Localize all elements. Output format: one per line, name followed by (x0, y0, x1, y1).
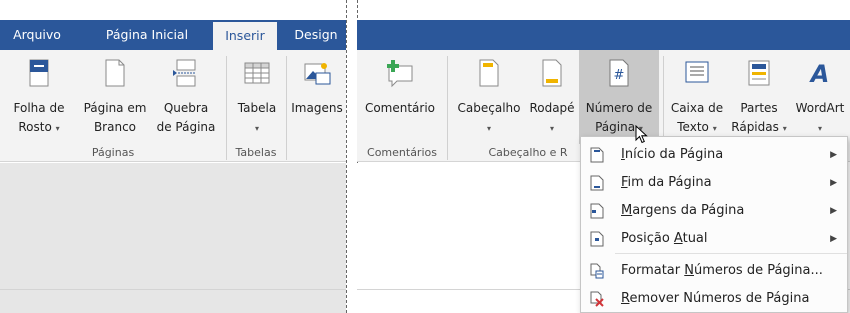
wordart-caret: ▾ (817, 124, 822, 133)
format-page-numbers-icon (590, 263, 604, 279)
pagina-branco-label-line2: Branco (93, 120, 137, 134)
page-top-icon (590, 147, 604, 163)
tab-inserir[interactable]: Inserir (213, 22, 277, 50)
submenu-arrow-icon: ▶ (830, 150, 837, 160)
menu-item-margens-da-pagina[interactable]: Margens da Página ▶ (581, 197, 847, 225)
group-label-cabecalho: Cabeçalho e R (488, 146, 568, 159)
cabecalho-button[interactable]: Cabeçalho ▾ (451, 50, 527, 144)
tab-pagina-inicial[interactable]: Página Inicial (92, 20, 202, 50)
current-position-icon (590, 231, 604, 247)
menu-label: Margens da Página (621, 203, 745, 218)
numero-de-pagina-menu: Início da Página ▶ Fim da Página ▶ Marge… (580, 136, 848, 313)
rodape-label: Rodapé (529, 101, 575, 115)
table-icon (244, 62, 270, 84)
partes-label-line1: Partes (740, 101, 778, 115)
tabela-caret: ▾ (254, 124, 259, 133)
wordart-label: WordArt (795, 101, 845, 115)
page-margins-icon (590, 203, 604, 219)
menu-item-formatar-numeros[interactable]: Formatar Números de Página... (581, 257, 847, 285)
new-comment-icon (387, 60, 413, 88)
quebra-label-line1: Quebra (163, 101, 209, 115)
partes-rapidas-button[interactable]: Partes Rápidas ▾ (728, 50, 790, 144)
submenu-arrow-icon: ▶ (830, 206, 837, 216)
ribbon-tab-bar-continued (357, 20, 850, 50)
cabecalho-label: Cabeçalho (457, 101, 521, 115)
blank-page-icon (105, 59, 125, 87)
wordart-icon: A (809, 60, 830, 88)
folha-label-line1: Folha de (13, 101, 65, 115)
group-label-comentarios: Comentários (367, 146, 437, 159)
submenu-arrow-icon: ▶ (830, 234, 837, 244)
svg-text:A: A (809, 60, 830, 88)
word-window: Arquivo Página Inicial Inserir Design Fo… (0, 0, 850, 313)
caixa-de-texto-button[interactable]: Caixa de Texto ▾ (666, 50, 728, 144)
menu-item-remover-numeros[interactable]: Remover Números de Página (581, 285, 847, 313)
svg-text:#: # (614, 68, 625, 83)
cut-edge-left (346, 0, 347, 313)
page-number-icon: # (609, 59, 629, 87)
cover-page-icon (29, 59, 49, 87)
right-screenshot-pane: Comentário Cabeçalho ▾ Rodapé ▾ # Número… (357, 0, 850, 313)
text-box-icon (685, 61, 709, 83)
footer-icon (542, 59, 562, 87)
tabela-label: Tabela (237, 101, 277, 115)
menu-item-inicio-da-pagina[interactable]: Início da Página ▶ (581, 141, 847, 169)
quick-parts-icon (748, 60, 770, 86)
wordart-button[interactable]: A WordArt ▾ (790, 50, 850, 144)
group-separator (447, 56, 448, 160)
menu-label: Fim da Página (621, 175, 712, 190)
cabecalho-caret: ▾ (486, 124, 491, 133)
menu-label: Posição Atual (621, 231, 708, 246)
menu-item-fim-da-pagina[interactable]: Fim da Página ▶ (581, 169, 847, 197)
numero-label-line1: Número de (585, 101, 653, 115)
imagens-label: Imagens (291, 101, 343, 115)
rodape-caret: ▾ (549, 124, 554, 133)
page-break-icon (173, 59, 196, 87)
ribbon-tab-bar: Arquivo Página Inicial Inserir Design (0, 20, 346, 50)
caixa-label-line1: Caixa de (670, 101, 724, 115)
imagens-button[interactable]: Imagens (288, 50, 346, 144)
group-separator (226, 56, 227, 160)
remove-page-numbers-icon (590, 291, 604, 307)
tab-arquivo[interactable]: Arquivo (8, 20, 66, 50)
menu-item-posicao-atual[interactable]: Posição Atual ▶ (581, 225, 847, 253)
page-bottom-icon (590, 175, 604, 191)
document-divider (0, 289, 346, 290)
folha-de-rosto-button[interactable]: Folha de Rosto ▾ (0, 50, 78, 144)
quebra-label-line2: de Página (156, 120, 216, 134)
menu-label: Início da Página (621, 147, 724, 162)
menu-separator (615, 253, 847, 254)
pictures-icon (304, 63, 331, 85)
mouse-cursor-icon (635, 125, 648, 144)
comentario-label: Comentário (364, 101, 436, 115)
partes-label-line2: Rápidas ▾ (731, 120, 787, 134)
group-label-tabelas: Tabelas (235, 146, 277, 159)
ribbon-panel: Folha de Rosto ▾ Página em Branco Quebra… (0, 50, 346, 162)
caixa-label-line2: Texto ▾ (677, 120, 717, 134)
left-screenshot-pane: Arquivo Página Inicial Inserir Design Fo… (0, 0, 346, 313)
group-separator (286, 56, 287, 160)
menu-label: Remover Números de Página (621, 291, 810, 306)
folha-label-line2: Rosto ▾ (18, 120, 60, 134)
comentario-button[interactable]: Comentário (357, 50, 443, 144)
menu-label: Formatar Números de Página... (621, 263, 823, 278)
tab-design[interactable]: Design (287, 20, 345, 50)
pagina-branco-label-line1: Página em (83, 101, 147, 115)
tabela-button[interactable]: Tabela ▾ (230, 50, 284, 144)
quebra-de-pagina-button[interactable]: Quebra de Página (152, 50, 220, 144)
pane-gap (346, 0, 357, 313)
rodape-button[interactable]: Rodapé ▾ (527, 50, 577, 144)
header-icon (479, 59, 499, 87)
document-area (0, 163, 346, 313)
group-label-paginas: Páginas (91, 146, 135, 159)
pagina-em-branco-button[interactable]: Página em Branco (80, 50, 150, 144)
submenu-arrow-icon: ▶ (830, 178, 837, 188)
